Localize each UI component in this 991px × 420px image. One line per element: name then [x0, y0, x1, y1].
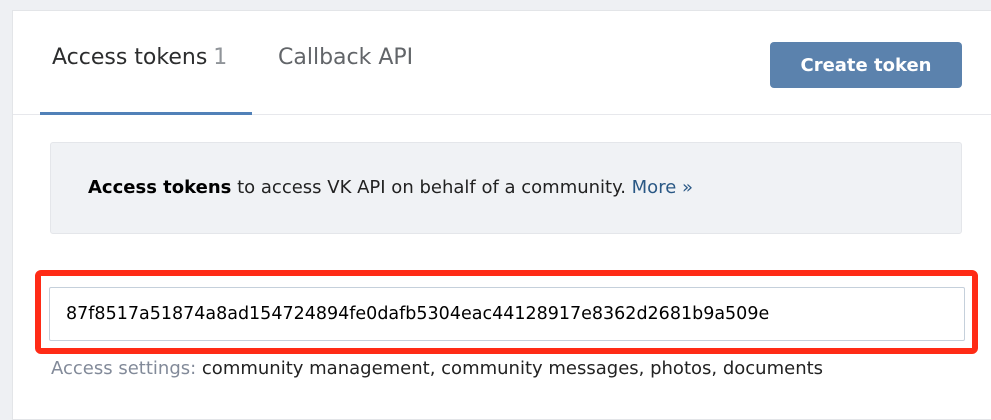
tab-access-tokens[interactable]: Access tokens 1 [40, 45, 252, 115]
tabs-bar: Access tokens 1 Callback API Create token [13, 11, 991, 115]
info-bold-text: Access tokens [88, 177, 232, 198]
tab-callback-api-label: Callback API [278, 45, 414, 70]
info-box: Access tokens to access VK API on behalf… [50, 142, 962, 234]
info-text: Access tokens to access VK API on behalf… [88, 177, 693, 198]
more-link[interactable]: More » [632, 177, 693, 198]
tab-access-tokens-label: Access tokens [52, 45, 208, 70]
tab-callback-api[interactable]: Callback API [278, 45, 413, 115]
create-token-button[interactable]: Create token [770, 42, 962, 88]
access-settings: Access settings: community management, c… [51, 355, 911, 382]
access-token-field[interactable] [49, 287, 965, 341]
tokens-panel: Access tokens 1 Callback API Create token… [12, 10, 991, 420]
tab-access-tokens-count: 1 [213, 45, 228, 70]
info-description: to access VK API on behalf of a communit… [231, 177, 632, 198]
access-settings-label: Access settings: [51, 358, 197, 379]
access-settings-value: community management, community messages… [196, 358, 824, 379]
